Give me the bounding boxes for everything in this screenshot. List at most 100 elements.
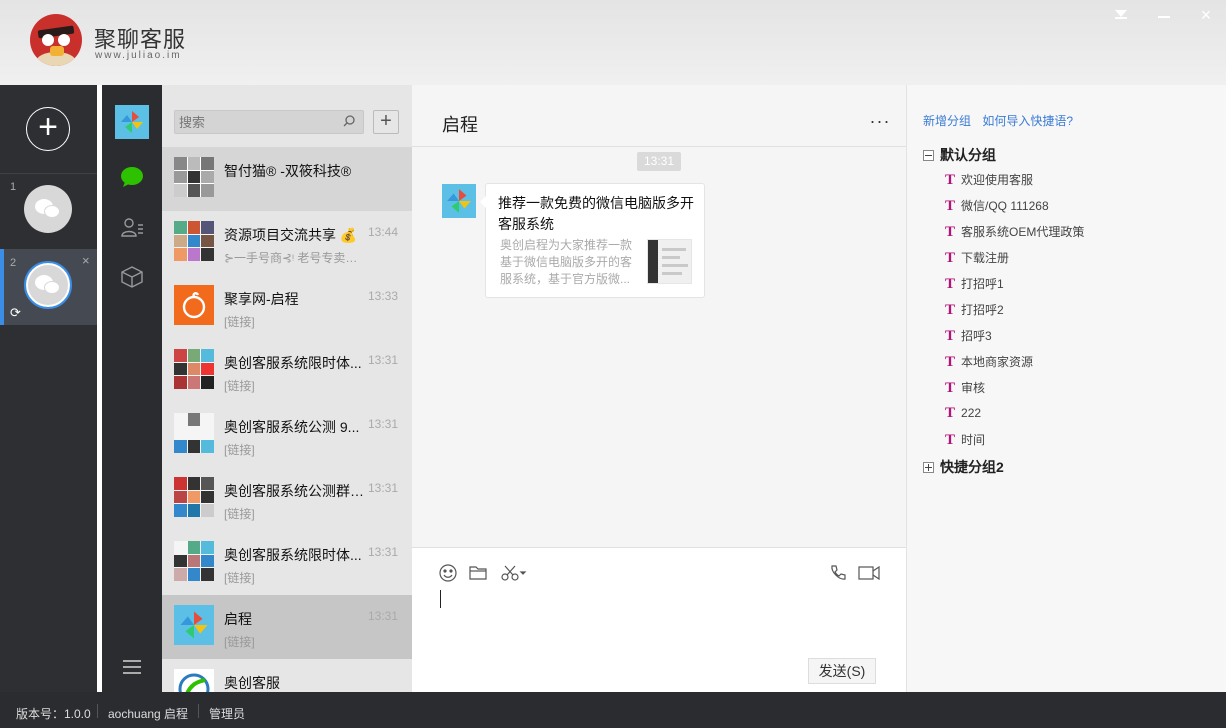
quick-reply-item[interactable]: T 222 [945, 405, 981, 422]
conversation-time: 13:31 [368, 481, 399, 495]
pinwheel-logo-icon[interactable] [115, 105, 149, 139]
import-help-link[interactable]: 如何导入快捷语? [982, 114, 1073, 128]
avatar[interactable] [442, 184, 476, 218]
add-conversation-button[interactable]: + [373, 110, 399, 134]
quick-reply-item[interactable]: T 本地商家资源 [945, 353, 1033, 371]
conversation-item[interactable]: 智付猫® -双筱科技® [162, 147, 412, 211]
quick-links: 新增分组 如何导入快捷语? [923, 112, 1081, 129]
app-url: www.juliao.im [95, 50, 182, 61]
dropdown-icon[interactable] [1110, 4, 1132, 26]
conversation-time: 13:31 [368, 545, 399, 559]
conversation-item[interactable]: 奥创客服 [162, 659, 412, 692]
role-label: 管理员 [209, 707, 246, 721]
quick-reply-item[interactable]: T 招呼3 [945, 327, 992, 345]
account-sidebar: + 1 2 × ⟳ [0, 85, 97, 692]
quick-reply-label: 欢迎使用客服 [961, 173, 1034, 187]
chat-header: 启程 ... [412, 85, 906, 147]
quick-group-2[interactable]: 快捷分组2 [923, 457, 1004, 477]
send-button[interactable]: 发送(S) [808, 658, 876, 684]
search-icon[interactable] [343, 115, 355, 127]
avatar [174, 477, 214, 517]
avatar [174, 285, 214, 325]
avatar [174, 349, 214, 389]
conversation-item[interactable]: 聚享网-启程 13:33 [链接] [162, 275, 412, 339]
text-type-icon: T [945, 405, 956, 421]
conversation-preview: [链接] [224, 571, 255, 585]
box-icon[interactable] [120, 265, 144, 289]
account-item-2[interactable]: 2 × ⟳ [0, 249, 97, 325]
wechat-account-icon [24, 261, 72, 309]
collapse-icon[interactable] [923, 150, 934, 161]
app-logo-icon [30, 14, 82, 66]
conversation-preview: [链接] [224, 315, 255, 329]
conversation-time: 13:31 [368, 417, 399, 431]
conversation-name: 奥创客服系统限时体... [224, 547, 362, 563]
text-type-icon: T [945, 250, 956, 266]
quick-reply-item[interactable]: T 微信/QQ 111268 [945, 197, 1049, 215]
quick-reply-item[interactable]: T 客服系统OEM代理政策 [945, 223, 1084, 241]
conversation-name: 智付猫® -双筱科技® [224, 163, 352, 179]
add-group-link[interactable]: 新增分组 [923, 114, 971, 128]
conversation-item[interactable]: 资源项目交流共享 💰 13:44 ⊱一手号商⊰ᵎ 老号专卖：... [162, 211, 412, 275]
link-card-message[interactable]: 推荐一款免费的微信电脑版多开客服系统 奥创启程为大家推荐一款基于微信电脑版多开的… [480, 183, 705, 298]
avatar [174, 669, 214, 692]
more-icon[interactable]: ... [870, 108, 891, 126]
account-item-1[interactable]: 1 [0, 173, 97, 249]
version-label: 版本号：1.0.0 [16, 707, 91, 721]
expand-icon[interactable] [923, 462, 934, 473]
sync-icon[interactable]: ⟳ [10, 305, 21, 321]
quick-reply-item[interactable]: T 打招呼2 [945, 301, 1004, 319]
card-title: 推荐一款免费的微信电脑版多开客服系统 [498, 195, 694, 232]
folder-icon[interactable] [468, 563, 488, 583]
add-account-button[interactable]: + [26, 107, 70, 151]
scissors-icon[interactable] [500, 563, 528, 583]
quick-reply-label: 招呼3 [961, 329, 992, 343]
chat-title: 启程 [442, 115, 478, 135]
message-composer[interactable]: 发送(S) [412, 547, 906, 692]
conversation-time: 13:44 [368, 225, 399, 239]
icon-nav [102, 85, 162, 692]
quick-reply-item[interactable]: T 审核 [945, 379, 985, 397]
quick-reply-label: 下载注册 [961, 251, 1010, 265]
search-box[interactable] [174, 110, 364, 134]
conversation-list: + 智付猫® -双筱科技® 资源项目交流共享 💰 13:44 ⊱一手号商⊰ᵎ 老… [162, 85, 412, 692]
conversation-preview: [链接] [224, 379, 255, 393]
conversation-item[interactable]: 启程 13:31 [链接] [162, 595, 412, 659]
avatar [174, 605, 214, 645]
quick-reply-item[interactable]: T 打招呼1 [945, 275, 1004, 293]
conversation-time: 13:31 [368, 609, 399, 623]
conversation-name: 奥创客服 [224, 675, 280, 691]
quick-reply-item[interactable]: T 欢迎使用客服 [945, 171, 1033, 189]
minimize-icon[interactable] [1153, 4, 1175, 26]
quick-reply-item[interactable]: T 时间 [945, 431, 985, 449]
account-number: 2 [10, 257, 17, 269]
conversation-preview: ⊱一手号商⊰ᵎ 老号专卖：... [224, 251, 364, 265]
quick-group-default[interactable]: 默认分组 [923, 145, 996, 165]
video-call-icon[interactable] [858, 563, 880, 583]
chat-icon[interactable] [120, 165, 144, 189]
title-bar: 聚聊客服 www.juliao.im × [0, 0, 1226, 85]
contacts-icon[interactable] [120, 215, 144, 239]
conversation-item[interactable]: 奥创客服系统公测群(... 13:31 [链接] [162, 467, 412, 531]
divider [97, 704, 98, 718]
conversation-name: 奥创客服系统公测 9... [224, 419, 360, 435]
search-input[interactable] [175, 111, 335, 133]
menu-icon[interactable] [123, 660, 141, 678]
card-description: 奥创启程为大家推荐一款基于微信电脑版多开的客服系统，基于官方版微... [500, 238, 633, 286]
user-label: aochuang 启程 [108, 707, 189, 721]
conversation-preview: [链接] [224, 443, 255, 457]
quick-reply-label: 打招呼1 [961, 277, 1004, 291]
conversation-time: 13:33 [368, 289, 399, 303]
close-account-icon[interactable]: × [82, 253, 90, 268]
account-number: 1 [10, 181, 17, 193]
text-type-icon: T [945, 328, 956, 344]
conversation-item[interactable]: 奥创客服系统限时体... 13:31 [链接] [162, 531, 412, 595]
conversation-name: 启程 [224, 611, 252, 627]
close-icon[interactable]: × [1195, 4, 1217, 26]
emoji-icon[interactable] [438, 563, 458, 583]
conversation-item[interactable]: 奥创客服系统限时体... 13:31 [链接] [162, 339, 412, 403]
quick-reply-item[interactable]: T 下载注册 [945, 249, 1009, 267]
avatar [174, 541, 214, 581]
conversation-item[interactable]: 奥创客服系统公测 9... 13:31 [链接] [162, 403, 412, 467]
phone-icon[interactable] [828, 563, 848, 583]
